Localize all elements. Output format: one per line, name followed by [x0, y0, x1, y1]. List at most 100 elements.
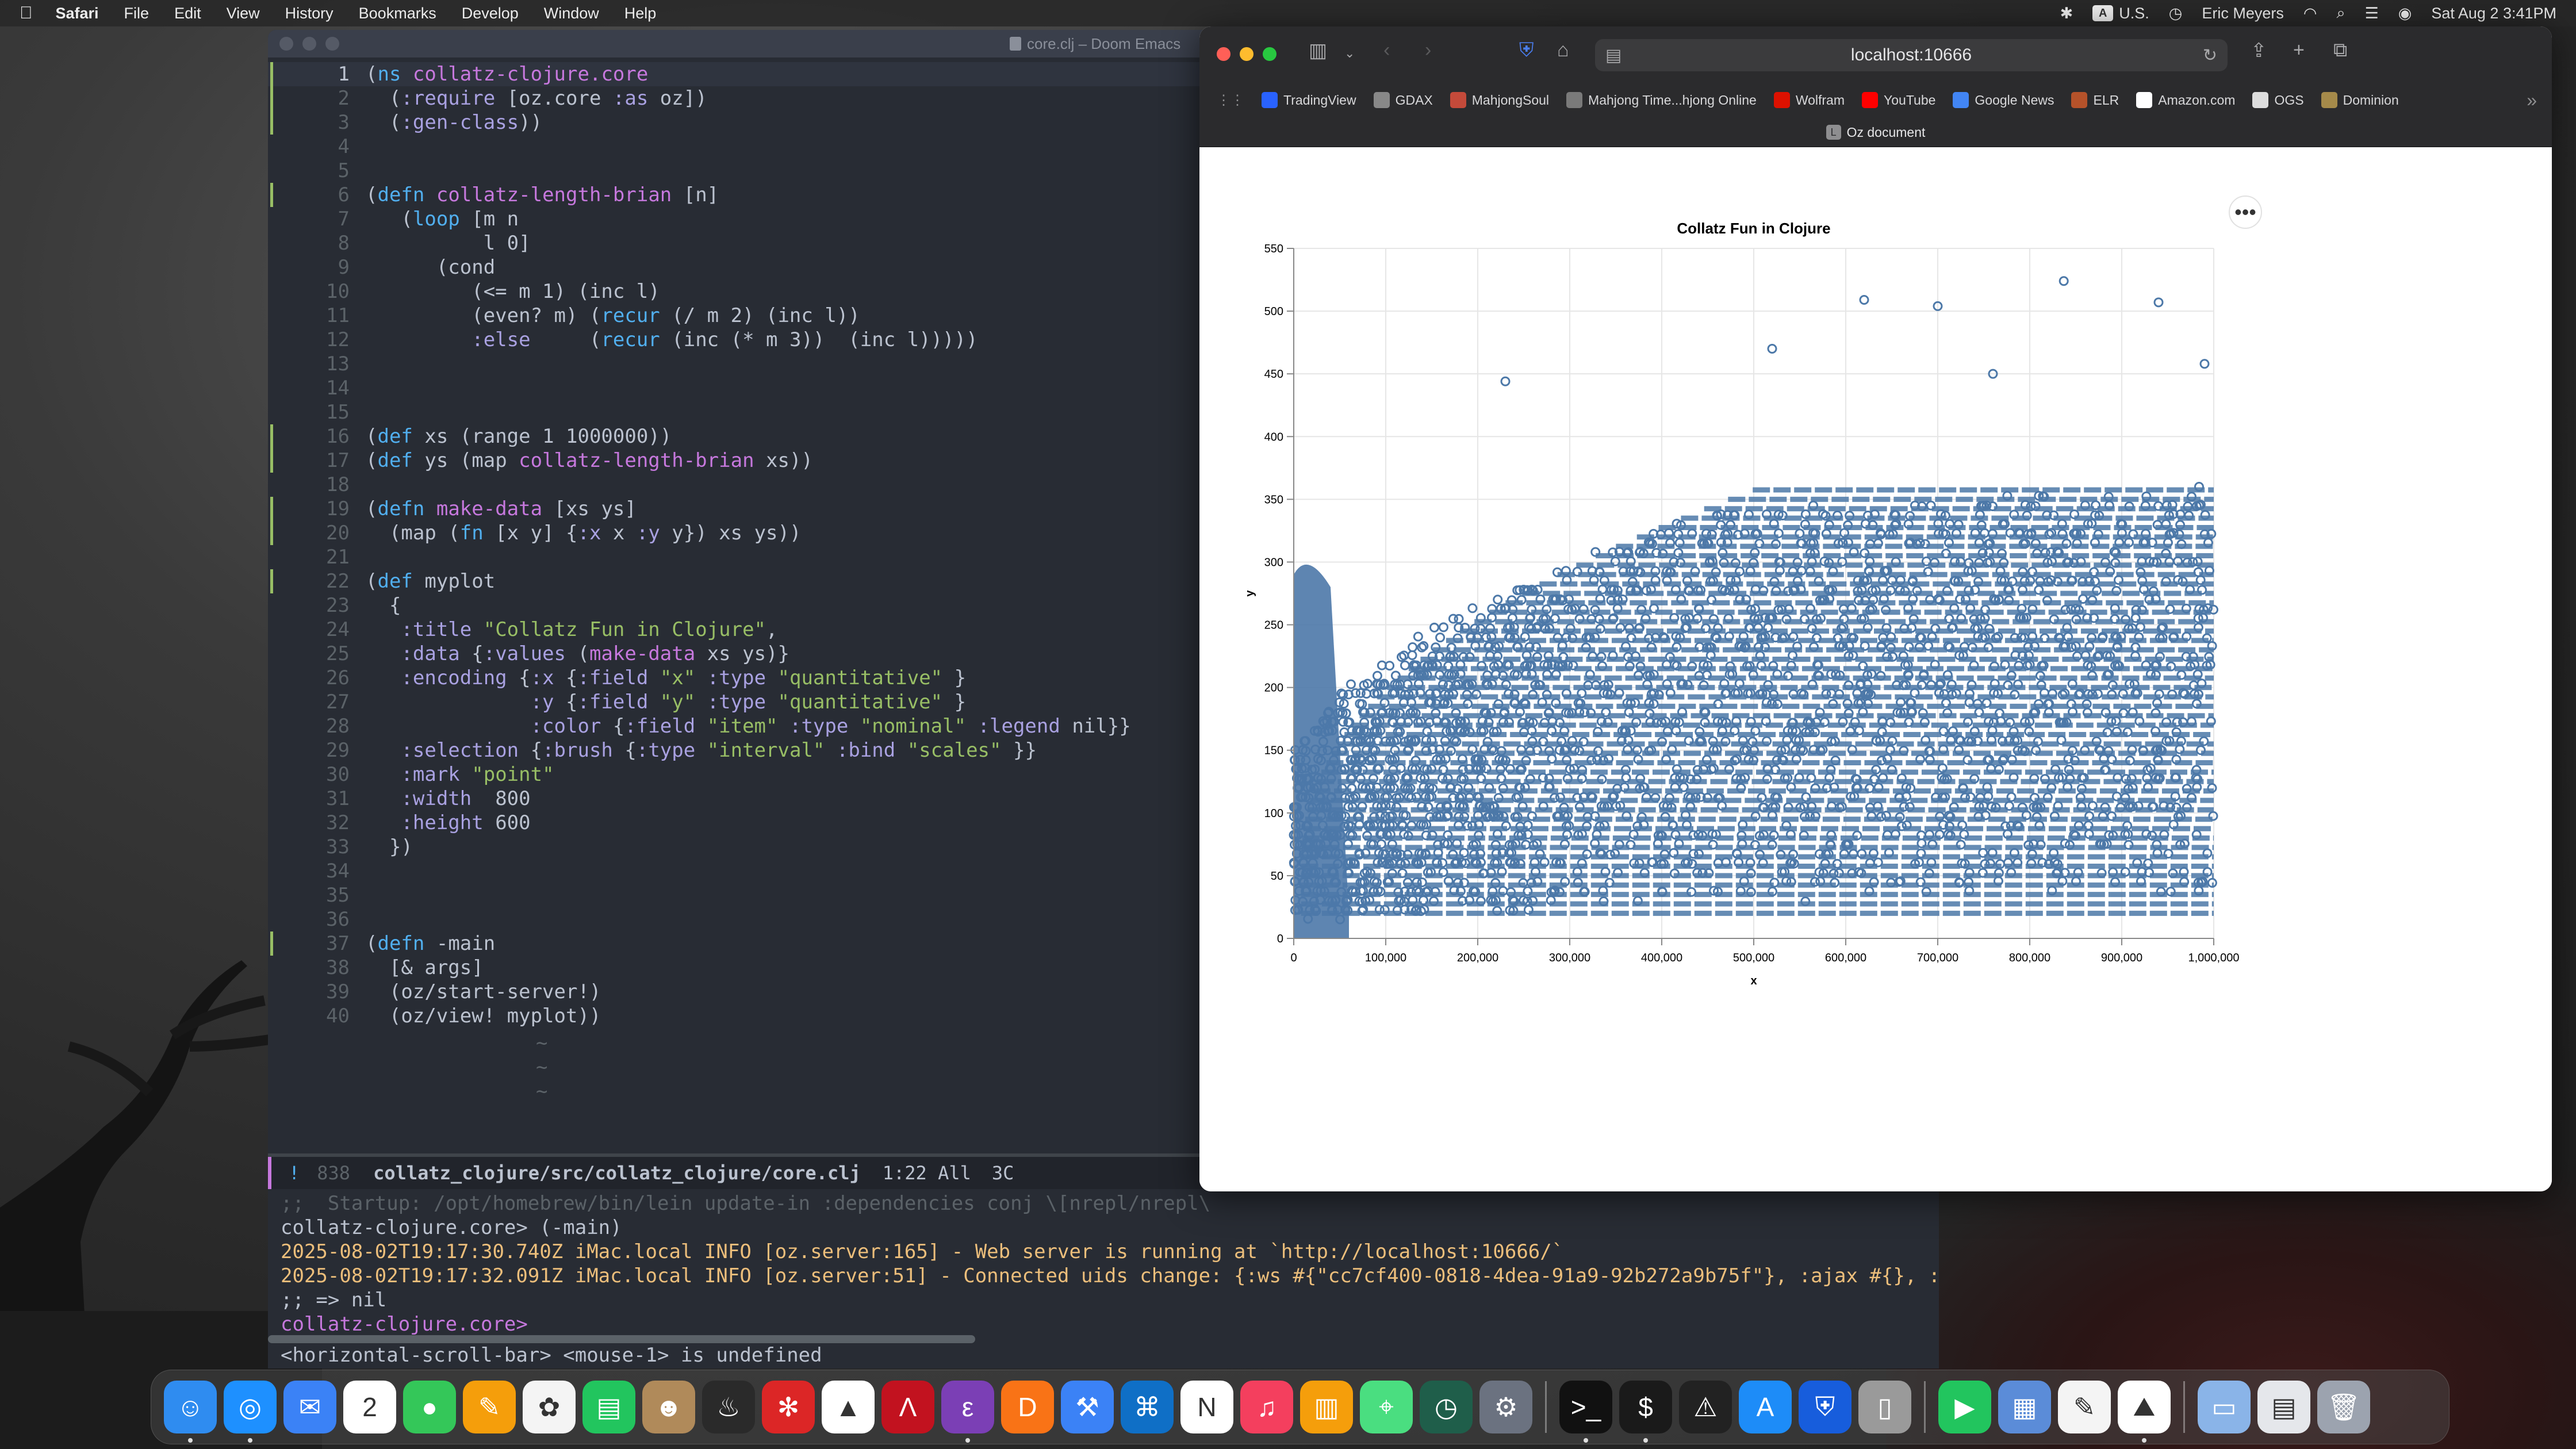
music-icon[interactable]: ♫ — [1240, 1381, 1293, 1433]
buffer-path[interactable]: collatz_clojure/src/collatz_clojure/core… — [373, 1162, 861, 1184]
apple-menu-icon[interactable]:  — [20, 3, 33, 23]
code-line[interactable]: 6 (defn collatz-length-brian [n] — [268, 183, 719, 207]
back-icon[interactable]: ‹ — [1383, 39, 1390, 62]
code-line[interactable]: 31 :width 800 — [268, 787, 531, 811]
code-line[interactable]: 36 — [268, 907, 366, 931]
time-machine-menu-icon[interactable]: ◷ — [2169, 5, 2183, 22]
favorites-overflow-icon[interactable]: » — [2527, 90, 2537, 111]
books-icon[interactable]: ▥ — [1300, 1381, 1353, 1433]
code-line[interactable]: 33 }) — [268, 835, 413, 859]
control-center-icon[interactable]: ☰ — [2365, 5, 2379, 22]
facetime-icon[interactable]: ▶ — [1938, 1381, 1991, 1433]
code-line[interactable]: 19 (defn make-data [xs ys] — [268, 497, 637, 521]
code-line[interactable]: 23 { — [268, 593, 401, 618]
bitwarden-extension-icon[interactable]: ⛨ — [1519, 39, 1534, 62]
finder-icon[interactable]: ☺ — [164, 1381, 217, 1443]
favorite-link[interactable]: Amazon.com — [2136, 92, 2235, 108]
dropzone-icon[interactable]: D — [1001, 1381, 1054, 1433]
reload-icon[interactable]: ↻ — [2203, 45, 2217, 66]
menu-bookmarks[interactable]: Bookmarks — [359, 5, 436, 22]
code-line[interactable]: 27 :y {:field "y" :type "quantitative" } — [268, 690, 966, 714]
affinity-icon[interactable]: Λ — [881, 1381, 934, 1433]
code-line[interactable]: 20 (map (fn [x y] {:x x :y y}) xs ys)) — [268, 521, 801, 545]
preview-icon[interactable]: ▦ — [1998, 1381, 2051, 1433]
chart-actions-button[interactable]: ••• — [2229, 195, 2262, 229]
document-icon[interactable]: ▤ — [2257, 1381, 2310, 1433]
menu-app-name[interactable]: Safari — [56, 5, 99, 22]
menu-window[interactable]: Window — [544, 5, 599, 22]
calendar-icon[interactable]: 2 — [343, 1381, 396, 1433]
clock[interactable]: Sat Aug 2 3:41PM — [2431, 5, 2556, 22]
code-line[interactable]: 16 (def xs (range 1 1000000)) — [268, 424, 672, 448]
menu-edit[interactable]: Edit — [174, 5, 201, 22]
address-bar[interactable]: ▤ localhost:10666 ↻ — [1595, 39, 2228, 71]
matlab-icon[interactable]: ▲ — [822, 1381, 875, 1433]
photos-icon[interactable]: ✿ — [523, 1381, 576, 1433]
close-button[interactable] — [279, 37, 293, 51]
scatter-chart[interactable]: 0 100,000 200,000 300,000 400,000 500,000 600,… — [1199, 147, 2552, 1191]
pages-icon[interactable]: ✎ — [463, 1381, 516, 1433]
menu-view[interactable]: View — [227, 5, 260, 22]
code-line[interactable]: 3 (:gen-class)) — [268, 110, 542, 135]
system-settings-icon[interactable]: ⚙ — [1479, 1381, 1532, 1433]
instruments-icon[interactable]: ♨ — [702, 1381, 755, 1433]
zoom-button[interactable] — [325, 37, 339, 51]
code-line[interactable]: 30 :mark "point" — [268, 762, 554, 787]
code-line[interactable]: 13 — [268, 352, 366, 376]
favorite-link[interactable]: TradingView — [1262, 92, 1356, 108]
mail-icon[interactable]: ✉ — [283, 1381, 336, 1433]
code-line[interactable]: 32 :height 600 — [268, 811, 531, 835]
code-line[interactable]: 25 :data {:values (make-data xs ys)} — [268, 642, 789, 666]
code-line[interactable]: 38 [& args] — [268, 956, 484, 980]
tab-title[interactable]: Oz document — [1847, 125, 1926, 140]
emacs-icon[interactable]: ε — [941, 1381, 994, 1443]
code-line[interactable]: 17 (def ys (map collatz-length-brian xs)) — [268, 448, 813, 473]
messages-icon[interactable]: ● — [403, 1381, 456, 1433]
app-store-icon[interactable]: A — [1739, 1381, 1792, 1433]
numbers-icon[interactable]: ▤ — [582, 1381, 635, 1433]
code-line[interactable]: 22 (def myplot — [268, 569, 495, 593]
grid-icon[interactable]: ⋮⋮ — [1217, 92, 1244, 109]
forward-icon[interactable]: › — [1425, 39, 1431, 62]
favorite-link[interactable]: OGS — [2252, 92, 2304, 108]
minimize-button[interactable] — [1240, 47, 1254, 61]
textedit-icon[interactable]: ✎ — [2058, 1381, 2111, 1433]
settings-gear-red-icon[interactable]: ✻ — [762, 1381, 815, 1433]
favorite-link[interactable]: Mahjong Time...hjong Online — [1566, 92, 1757, 108]
favorite-link[interactable]: Dominion — [2321, 92, 2399, 108]
favorite-link[interactable]: ELR — [2071, 92, 2119, 108]
code-line[interactable]: 26 :encoding {:x {:field "x" :type "quan… — [268, 666, 966, 690]
home-icon[interactable]: ⌂ — [1557, 39, 1569, 62]
terminal-icon[interactable]: >_ — [1559, 1381, 1612, 1443]
maps-icon[interactable]: ⌖ — [1360, 1381, 1413, 1433]
code-line[interactable]: 14 — [268, 376, 366, 400]
spotlight-icon[interactable]: ⌕ — [2336, 4, 2345, 22]
menu-help[interactable]: Help — [624, 5, 657, 22]
menu-file[interactable]: File — [124, 5, 150, 22]
code-line[interactable]: 8 l 0] — [268, 231, 531, 255]
xcode-icon[interactable]: ⚒ — [1061, 1381, 1114, 1433]
close-button[interactable] — [1217, 47, 1230, 61]
minimize-button[interactable] — [302, 37, 316, 51]
folder-icon[interactable]: ▭ — [2198, 1381, 2251, 1433]
favorite-link[interactable]: MahjongSoul — [1450, 92, 1549, 108]
favorite-link[interactable]: GDAX — [1373, 92, 1433, 108]
code-line[interactable]: 10 (<= m 1) (inc l) — [268, 279, 660, 304]
terminal-green-icon[interactable]: $ — [1619, 1381, 1672, 1443]
code-line[interactable]: 40 (oz/view! myplot)) — [268, 1004, 601, 1028]
code-line[interactable]: 1 (ns collatz-clojure.core — [268, 62, 648, 86]
favorite-link[interactable]: Wolfram — [1773, 92, 1845, 108]
code-line[interactable]: 9 (cond — [268, 255, 496, 279]
menu-develop[interactable]: Develop — [462, 5, 519, 22]
favorite-link[interactable]: Google News — [1953, 92, 2054, 108]
tab-overview-icon[interactable]: ⧉ — [2333, 39, 2347, 62]
code-line[interactable]: 28 :color {:field "item" :type "nominal"… — [268, 714, 1131, 738]
code-line[interactable]: 15 — [268, 400, 366, 424]
code-line[interactable]: 11 (even? m) (recur (/ m 2) (inc l)) — [268, 304, 860, 328]
code-line[interactable]: 37 (defn -main — [268, 931, 495, 956]
code-line[interactable]: 34 — [268, 859, 366, 883]
code-line[interactable]: 39 (oz/start-server!) — [268, 980, 601, 1004]
code-line[interactable]: 4 — [268, 135, 366, 159]
contacts-icon[interactable]: ☻ — [642, 1381, 695, 1433]
input-source[interactable]: A U.S. — [2092, 5, 2149, 22]
